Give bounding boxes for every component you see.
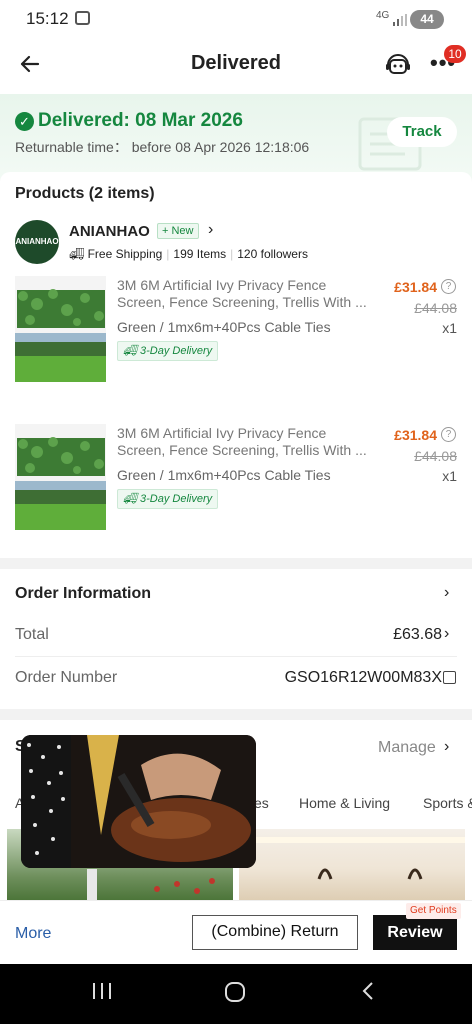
status-time: 15:12 bbox=[26, 9, 69, 28]
more-link[interactable]: More bbox=[15, 925, 51, 943]
product-variant: Green / 1mx6m+40Pcs Cable Ties bbox=[117, 467, 331, 483]
store-name[interactable]: ANIANHAO bbox=[69, 223, 150, 240]
returnable-time: Returnable time： before 08 Apr 2026 12:1… bbox=[15, 139, 310, 155]
headset-robot-icon[interactable] bbox=[384, 52, 412, 78]
notification-badge: 10 bbox=[444, 45, 466, 63]
total-label: Total bbox=[15, 626, 49, 643]
delivered-status: Delivered: 08 Mar 2026 bbox=[38, 110, 243, 131]
followers-count: 120 followers bbox=[237, 247, 308, 261]
product-title-line1: 3M 6M Artificial Ivy Privacy Fence bbox=[117, 277, 327, 293]
order-information-title[interactable]: Order Information bbox=[15, 585, 151, 603]
screenshot-icon bbox=[75, 11, 90, 25]
product-title[interactable]: 3M 6M Artificial Ivy Privacy Fence Scree… bbox=[117, 425, 379, 459]
product-image[interactable] bbox=[15, 276, 106, 382]
product-price: £31.84 bbox=[394, 427, 437, 443]
truck-icon: 🚚︎ bbox=[69, 247, 85, 261]
network-label: 4G bbox=[376, 10, 390, 21]
original-price: £44.08 bbox=[414, 300, 457, 316]
product-price: £31.84 bbox=[394, 279, 437, 295]
free-shipping-text: Free Shipping bbox=[87, 247, 163, 261]
product-variant: Green / 1mx6m+40Pcs Cable Ties bbox=[117, 319, 331, 335]
review-button[interactable]: Review bbox=[373, 915, 457, 950]
delivery-truck-icon: 🚚︎ bbox=[123, 345, 137, 357]
products-title: Products (2 items) bbox=[15, 185, 155, 202]
original-price: £44.08 bbox=[414, 448, 457, 464]
new-badge: + New bbox=[157, 223, 199, 239]
signal-icon bbox=[393, 13, 407, 31]
store-logo[interactable]: ANIANHAO bbox=[15, 220, 59, 264]
divider bbox=[15, 656, 457, 657]
chevron-right-icon[interactable]: › bbox=[444, 584, 449, 602]
total-value[interactable]: £63.68 bbox=[393, 626, 442, 644]
product-title-line2: Screen, Fence Screening, Trellis With ..… bbox=[117, 442, 367, 458]
product-quantity: x1 bbox=[442, 320, 457, 336]
product-title-line2: Screen, Fence Screening, Trellis With ..… bbox=[117, 294, 367, 310]
track-button[interactable]: Track bbox=[387, 117, 457, 147]
chevron-right-icon[interactable]: › bbox=[444, 625, 449, 643]
delivery-tag-label: 3-Day Delivery bbox=[140, 345, 213, 357]
chevron-right-icon[interactable]: › bbox=[444, 738, 449, 756]
order-number-label: Order Number bbox=[15, 669, 118, 686]
new-badge-label: New bbox=[171, 225, 194, 237]
copy-icon[interactable] bbox=[443, 671, 456, 684]
tab-home-living[interactable]: Home & Living bbox=[299, 795, 390, 811]
manage-link[interactable]: Manage bbox=[378, 739, 436, 757]
order-number-value: GSO16R12W00M83X bbox=[284, 669, 442, 686]
battery-indicator: 44 bbox=[410, 10, 444, 29]
delivery-tag-label: 3-Day Delivery bbox=[140, 493, 213, 505]
question-circle-icon[interactable]: ? bbox=[441, 427, 456, 442]
recent-apps-icon[interactable] bbox=[91, 980, 113, 1009]
product-image[interactable] bbox=[15, 424, 106, 530]
product-title[interactable]: 3M 6M Artificial Ivy Privacy Fence Scree… bbox=[117, 277, 379, 311]
combine-return-button[interactable]: (Combine) Return bbox=[192, 915, 358, 950]
product-quantity: x1 bbox=[442, 468, 457, 484]
check-circle-icon: ✓ bbox=[15, 112, 34, 131]
delivery-truck-icon: 🚚︎ bbox=[123, 493, 137, 505]
recommended-product-image[interactable] bbox=[239, 829, 465, 909]
tab-sports[interactable]: Sports & bbox=[423, 795, 472, 811]
delivery-tag: 🚚︎ 3-Day Delivery bbox=[117, 341, 219, 361]
store-meta: 🚚︎ Free Shipping | 199 Items | 120 followers bbox=[69, 247, 308, 261]
delivery-tag: 🚚︎ 3-Day Delivery bbox=[117, 489, 219, 509]
floating-video-player[interactable] bbox=[21, 735, 256, 868]
home-icon[interactable] bbox=[223, 980, 247, 1011]
back-nav-icon[interactable] bbox=[357, 980, 379, 1009]
tab-category[interactable]: es bbox=[254, 795, 269, 811]
get-points-tag: Get Points bbox=[406, 903, 461, 919]
chevron-right-icon[interactable]: › bbox=[208, 221, 213, 239]
question-circle-icon[interactable]: ? bbox=[441, 279, 456, 294]
items-count: 199 Items bbox=[173, 247, 227, 261]
product-title-line1: 3M 6M Artificial Ivy Privacy Fence bbox=[117, 425, 327, 441]
